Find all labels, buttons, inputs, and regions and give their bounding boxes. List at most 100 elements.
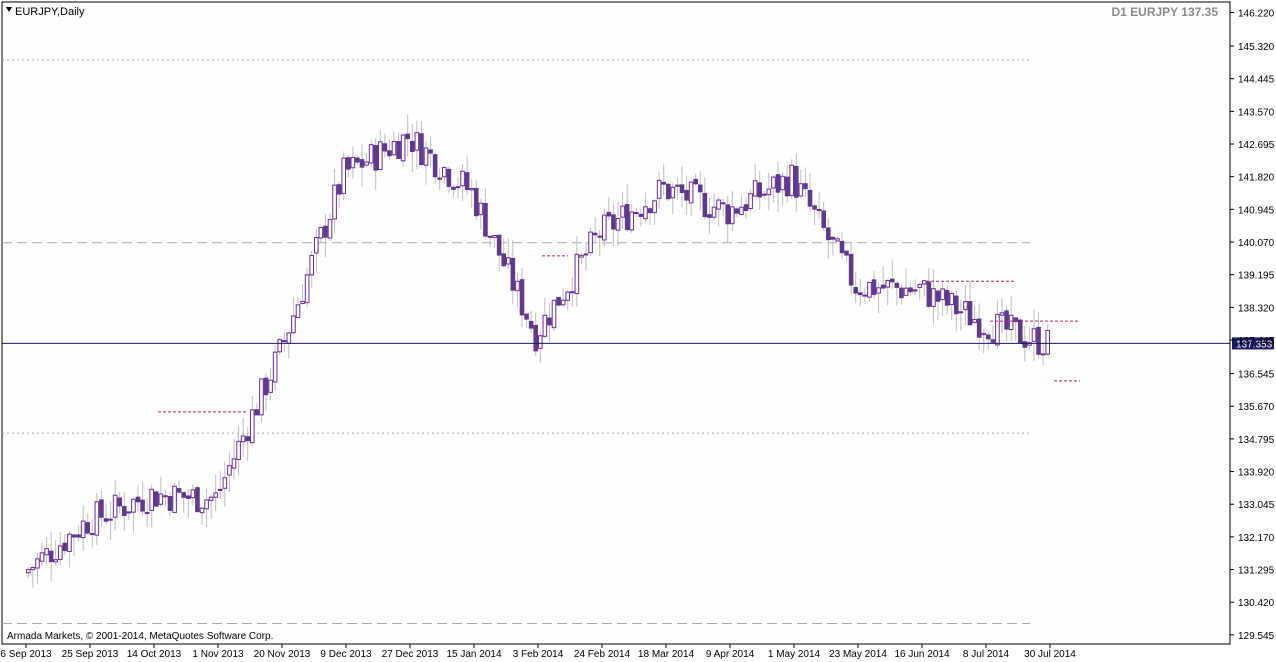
bear-candle <box>519 279 525 316</box>
x-tick-label: 1 May 2014 <box>768 649 821 660</box>
bear-candle <box>556 296 561 306</box>
bear-candle <box>592 232 598 236</box>
bear-candle <box>473 188 479 217</box>
bear-candle <box>1040 353 1046 356</box>
bear-candle <box>140 499 145 512</box>
bull-candle <box>30 567 36 571</box>
bear-candle <box>195 487 200 513</box>
bull-candle <box>231 458 237 469</box>
bear-candle <box>396 141 401 159</box>
price-axis: 146.220 145.320 144.445 143.570 142.695 141.8… <box>1230 8 1275 642</box>
bear-candle <box>684 189 689 201</box>
bull-candle <box>313 236 319 254</box>
bear-candle <box>871 279 877 295</box>
bear-candle <box>336 184 342 195</box>
bear-candle <box>812 205 817 210</box>
bull-candle <box>272 351 278 383</box>
bull-candle <box>537 335 543 349</box>
bear-candle <box>373 144 379 171</box>
bull-candle <box>391 140 397 156</box>
bull-candle <box>912 289 918 292</box>
bull-candle <box>208 496 214 501</box>
bear-candle <box>638 213 644 217</box>
price-chart[interactable]: 137.353 146.220145.320144.445143.570142.… <box>0 0 1276 662</box>
y-tick-label: 142.695 <box>1238 140 1275 151</box>
bear-candle <box>647 208 653 214</box>
bear-candle <box>675 184 680 187</box>
bull-candle <box>963 301 968 311</box>
y-tick-label: 134.795 <box>1238 435 1275 446</box>
bull-candle <box>739 206 744 215</box>
bull-candle <box>885 279 891 288</box>
plot-area <box>1 1 1231 645</box>
chart-window[interactable]: 137.353 146.220 145.320 144.445 143.570 142.… <box>0 0 1276 662</box>
bull-candle <box>350 156 356 169</box>
bear-candle <box>935 290 941 302</box>
bear-candle <box>985 334 991 340</box>
y-tick-label: 138.320 <box>1238 303 1275 314</box>
bull-candle <box>633 212 639 215</box>
bull-candle <box>44 548 49 556</box>
bear-candle <box>185 495 191 499</box>
x-tick-label: 23 May 2014 <box>829 649 887 660</box>
bear-candle <box>1004 310 1009 330</box>
y-tick-label: 130.420 <box>1238 598 1275 609</box>
bear-candle <box>62 542 68 552</box>
bull-candle <box>670 186 676 199</box>
bull-candle <box>565 291 571 301</box>
bull-candle <box>190 489 196 499</box>
bear-candle <box>547 317 552 326</box>
bear-candle <box>135 496 141 503</box>
bull-candle <box>332 184 337 220</box>
bear-candle <box>117 497 123 507</box>
bear-candle <box>569 291 575 294</box>
bear-candle <box>446 168 452 187</box>
bear-candle <box>830 236 836 240</box>
bull-candle <box>995 313 1000 346</box>
bear-candle <box>409 140 415 153</box>
bull-candle <box>309 254 315 276</box>
y-tick-label: 136.545 <box>1238 370 1275 381</box>
bull-candle <box>94 501 100 536</box>
bull-candle <box>126 511 132 514</box>
bear-candle <box>707 214 712 218</box>
x-tick-label: 30 Jul 2014 <box>1024 649 1076 660</box>
bull-candle <box>1008 314 1014 331</box>
bull-candle <box>1045 329 1051 355</box>
bear-candle <box>99 499 104 518</box>
bull-candle <box>149 488 155 511</box>
bull-candle <box>327 219 333 239</box>
copyright-text: Armada Markets, © 2001-2014, MetaQuotes … <box>7 631 273 642</box>
bull-candle <box>972 319 977 323</box>
bull-candle <box>780 175 785 191</box>
bull-candle <box>25 569 31 574</box>
bear-candle <box>665 183 671 200</box>
bear-candle <box>533 324 539 352</box>
time-axis: 6 Sep 2013 25 Sep 2013 14 Oct 2013 1 Nov 20… <box>0 644 1076 660</box>
bear-candle <box>597 235 603 238</box>
bear-candle <box>496 234 502 256</box>
bull-candle <box>478 202 484 216</box>
bear-candle <box>76 534 81 538</box>
bull-candle <box>917 284 923 288</box>
bear-candle <box>839 240 845 254</box>
bull-candle <box>281 340 287 343</box>
bull-candle <box>199 507 205 514</box>
bear-candle <box>784 176 790 197</box>
bull-candle <box>304 274 310 304</box>
bull-candle <box>729 206 735 225</box>
bull-candle <box>268 379 273 393</box>
bull-candle <box>492 234 497 238</box>
bull-candle <box>131 498 136 513</box>
bear-candle <box>775 174 781 193</box>
y-tick-label: 131.295 <box>1238 566 1275 577</box>
bull-candle <box>377 141 383 170</box>
bull-candle <box>949 292 955 306</box>
bear-candle <box>419 133 424 166</box>
bull-candle <box>876 287 881 294</box>
bull-candle <box>423 147 429 166</box>
x-tick-label: 8 Jul 2014 <box>963 649 1010 660</box>
bull-candle <box>80 520 86 539</box>
bull-candle <box>57 545 63 560</box>
x-tick-label: 27 Dec 2013 <box>382 649 439 660</box>
